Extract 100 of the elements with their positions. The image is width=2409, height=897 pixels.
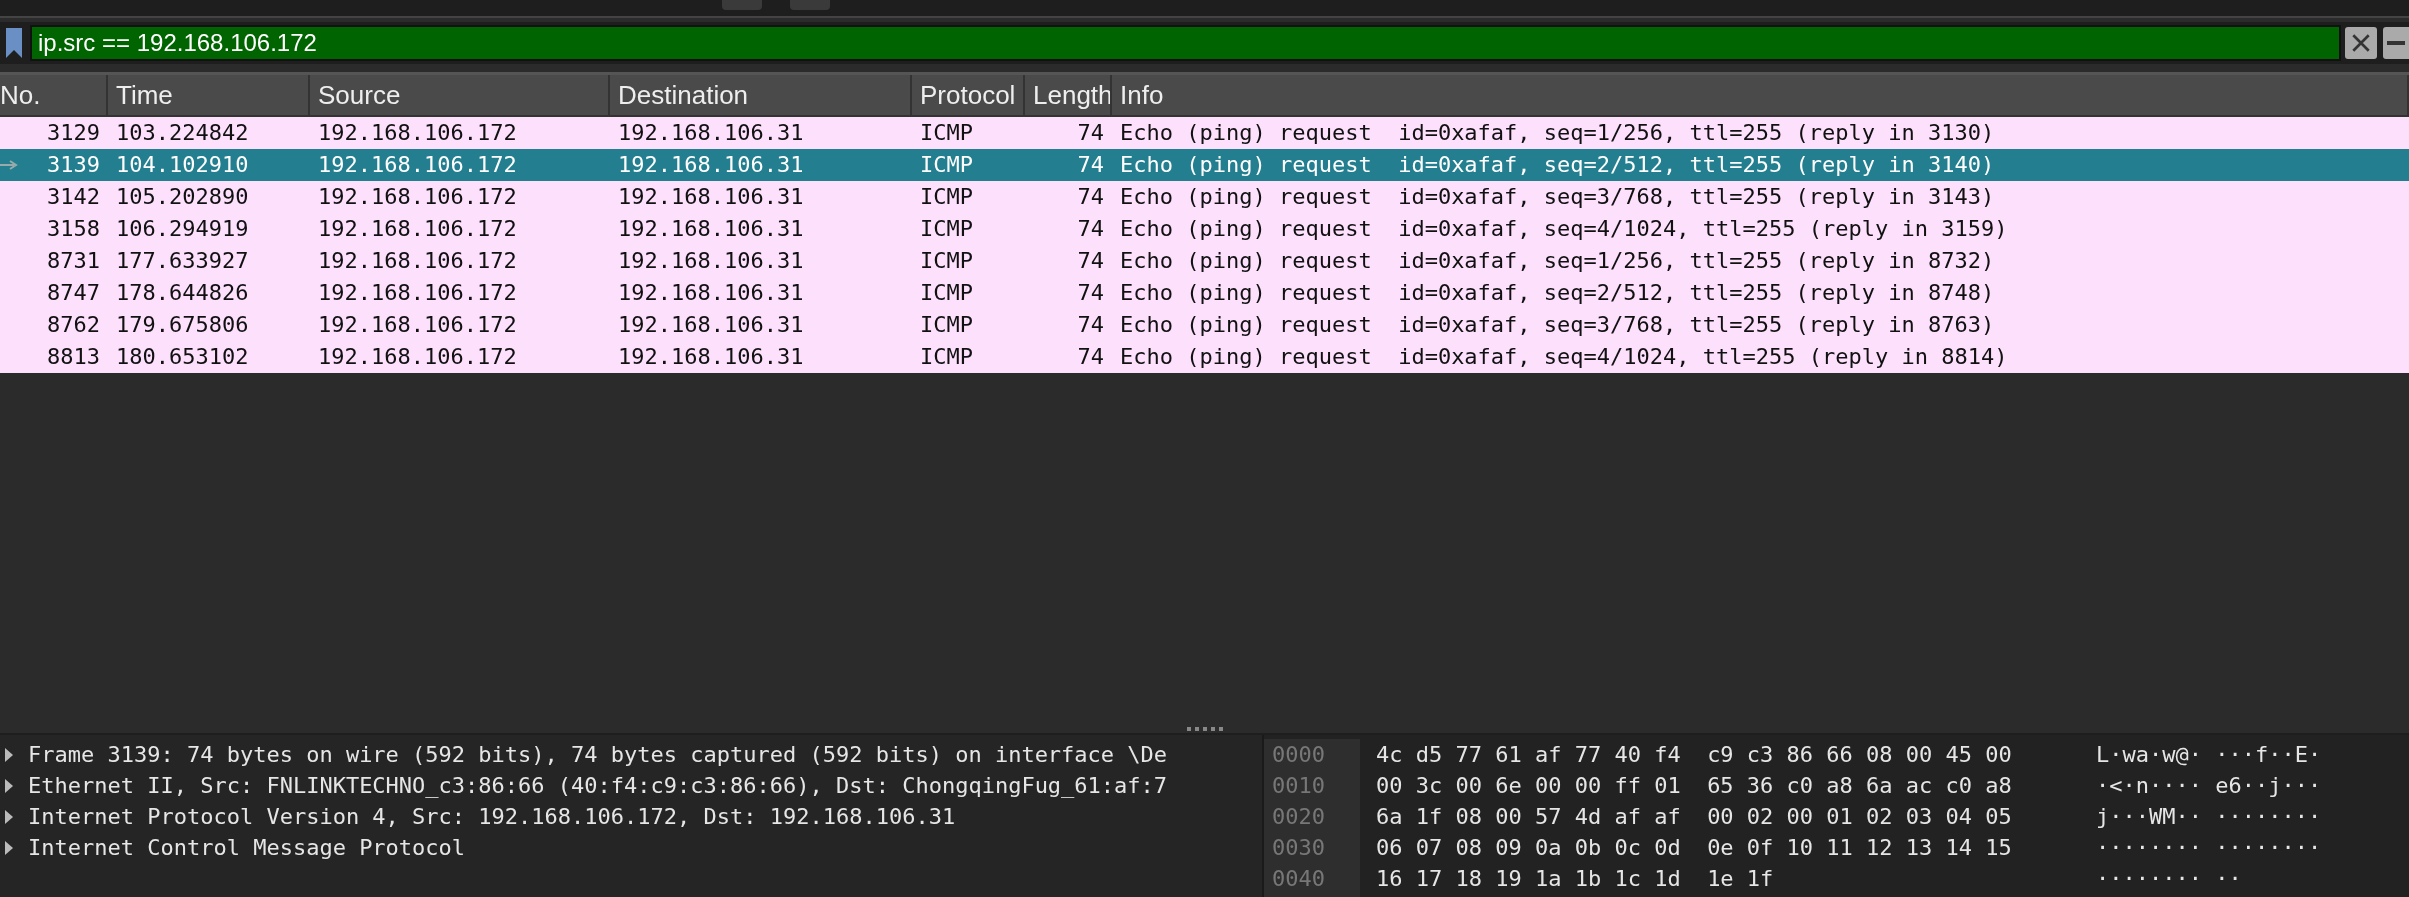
- table-cell-text: 180.653102: [116, 343, 249, 371]
- table-cell-text: 192.168.106.172: [318, 215, 517, 243]
- table-cell-text: 8762: [47, 311, 100, 339]
- table-cell-text: 192.168.106.31: [618, 151, 804, 179]
- arrow-icon: [0, 160, 20, 170]
- table-cell-text: 192.168.106.172: [318, 311, 517, 339]
- packet-row[interactable]: 8731 177.633927 192.168.106.172 192.168.106.31 ICMP 74 Echo (ping) request id=0xafaf, seq=1/256, ttl=255 (reply in 8732): [0, 245, 2409, 277]
- packet-row[interactable]: 3158 106.294919 192.168.106.172 192.168.106.31 ICMP 74 Echo (ping) request id=0xafaf, seq=4/1024, ttl=255 (reply in 3159): [0, 213, 2409, 245]
- table-cell-text: 192.168.106.172: [318, 119, 517, 147]
- packet-row[interactable]: 8762 179.675806 192.168.106.172 192.168.106.31 ICMP 74 Echo (ping) request id=0xafaf, seq=3/768, ttl=255 (reply in 8763): [0, 309, 2409, 341]
- tree-item[interactable]: Ethernet II, Src: FNLINKTECHNO_c3:86:66 (40:f4:c9:c3:86:66), Dst: ChongqingFug_61:af:7: [28, 773, 1168, 798]
- table-cell-text: 192.168.106.172: [318, 343, 517, 371]
- expand-icon[interactable]: [4, 809, 14, 824]
- ascii-text: j···WM·· ········: [2096, 803, 2322, 831]
- close-icon: [2350, 32, 2372, 54]
- tree-item[interactable]: Internet Control Message Protocol: [28, 835, 466, 860]
- hex-bytes: 16 17 18 19 1a 1b 1c 1d 1e 1f: [1376, 865, 1775, 893]
- table-cell-text: 74: [1077, 311, 1104, 339]
- table-cell-text: ICMP: [920, 183, 973, 211]
- table-cell-text: 3129: [47, 119, 100, 147]
- table-cell-text: 104.102910: [116, 151, 249, 179]
- ascii-text: ········ ········: [2096, 834, 2322, 862]
- packet-row[interactable]: 3139 104.102910 192.168.106.172 192.168.106.31 ICMP 74 Echo (ping) request id=0xafaf, seq=2/512, ttl=255 (reply in 3140): [0, 149, 2409, 181]
- table-cell-text: 177.633927: [116, 247, 249, 275]
- table-cell-text: ICMP: [920, 119, 973, 147]
- packet-row[interactable]: 3129 103.224842 192.168.106.172 192.168.106.31 ICMP 74 Echo (ping) request id=0xafaf, seq=1/256, ttl=255 (reply in 3130): [0, 117, 2409, 149]
- hex-bytes: 4c d5 77 61 af 77 40 f4 c9 c3 86 66 08 00 45 00: [1376, 741, 2013, 769]
- grip-icon[interactable]: [1186, 727, 1223, 731]
- packet-row[interactable]: 8747 178.644826 192.168.106.172 192.168.106.31 ICMP 74 Echo (ping) request id=0xafaf, seq=2/512, ttl=255 (reply in 8748): [0, 277, 2409, 309]
- table-cell-text: 192.168.106.172: [318, 279, 517, 307]
- table-cell-text: 192.168.106.31: [618, 183, 804, 211]
- table-cell-text: Echo (ping) request id=0xafaf, seq=1/256, ttl=255 (reply in 3130): [1120, 119, 1995, 147]
- column-header[interactable]: Destination: [610, 75, 912, 115]
- table-cell-text: ICMP: [920, 151, 973, 179]
- table-cell-text: 192.168.106.172: [318, 151, 517, 179]
- column-header[interactable]: No.: [0, 75, 108, 115]
- expand-icon[interactable]: [4, 747, 14, 762]
- table-cell-text: ICMP: [920, 343, 973, 371]
- offset-label: 0020: [1272, 803, 1326, 831]
- table-cell-text: 74: [1077, 279, 1104, 307]
- table-cell-text: 192.168.106.172: [318, 183, 517, 211]
- table-cell-text: Echo (ping) request id=0xafaf, seq=3/768, ttl=255 (reply in 3143): [1120, 183, 1995, 211]
- table-cell-text: 74: [1077, 215, 1104, 243]
- table-cell-text: Echo (ping) request id=0xafaf, seq=4/1024, ttl=255 (reply in 8814): [1120, 343, 2008, 371]
- table-cell-text: 192.168.106.31: [618, 343, 804, 371]
- offset-label: 0030: [1272, 834, 1326, 862]
- apply-button[interactable]: [2383, 27, 2409, 59]
- table-cell-text: Echo (ping) request id=0xafaf, seq=3/768, ttl=255 (reply in 8763): [1120, 311, 1995, 339]
- offset-label: 0000: [1272, 741, 1326, 769]
- table-cell-text: 105.202890: [116, 183, 249, 211]
- table-cell-text: 8731: [47, 247, 100, 275]
- table-cell-text: 192.168.106.172: [318, 247, 517, 275]
- table-cell-text: 179.675806: [116, 311, 249, 339]
- table-cell-text: Echo (ping) request id=0xafaf, seq=4/1024, ttl=255 (reply in 3159): [1120, 215, 2008, 243]
- expand-icon[interactable]: [4, 778, 14, 793]
- table-cell-text: 74: [1077, 183, 1104, 211]
- clear-button[interactable]: [2345, 27, 2377, 59]
- ascii-text: ·<·n···· e6··j···: [2096, 772, 2322, 800]
- bookmark-icon[interactable]: [4, 28, 24, 58]
- table-cell-text: ICMP: [920, 247, 973, 275]
- table-cell-text: 74: [1077, 343, 1104, 371]
- table-cell-text: 3139: [47, 151, 100, 179]
- column-header[interactable]: Length: [1025, 75, 1112, 115]
- table-cell-text: 3158: [47, 215, 100, 243]
- column-header[interactable]: Info: [1112, 75, 2409, 115]
- table-cell-text: Echo (ping) request id=0xafaf, seq=2/512, ttl=255 (reply in 3140): [1120, 151, 1995, 179]
- table-cell-text: 74: [1077, 151, 1104, 179]
- hex-bytes: 00 3c 00 6e 00 00 ff 01 65 36 c0 a8 6a ac c0 a8: [1376, 772, 2013, 800]
- tree-item[interactable]: Internet Protocol Version 4, Src: 192.168.106.172, Dst: 192.168.106.31: [28, 804, 956, 829]
- offset-label: 0040: [1272, 865, 1326, 893]
- table-cell-text: Echo (ping) request id=0xafaf, seq=2/512, ttl=255 (reply in 8748): [1120, 279, 1995, 307]
- table-cell-text: 178.644826: [116, 279, 249, 307]
- tree-item[interactable]: Frame 3139: 74 bytes on wire (592 bits), 74 bytes captured (592 bits) on interface \De: [28, 742, 1168, 767]
- hex-bytes: 06 07 08 09 0a 0b 0c 0d 0e 0f 10 11 12 13 14 15: [1376, 834, 2013, 862]
- table-cell-text: ICMP: [920, 279, 973, 307]
- table-cell-text: 192.168.106.31: [618, 311, 804, 339]
- expand-icon[interactable]: [4, 840, 14, 855]
- filter-field[interactable]: ip.src == 192.168.106.172: [30, 25, 2341, 61]
- packet-row[interactable]: 3142 105.202890 192.168.106.172 192.168.106.31 ICMP 74 Echo (ping) request id=0xafaf, seq=3/768, ttl=255 (reply in 3143): [0, 181, 2409, 213]
- column-header[interactable]: Time: [108, 75, 310, 115]
- table-cell-text: 106.294919: [116, 215, 249, 243]
- table-cell-text: 8747: [47, 279, 100, 307]
- table-cell-text: Echo (ping) request id=0xafaf, seq=1/256, ttl=255 (reply in 8732): [1120, 247, 1995, 275]
- table-cell-text: 192.168.106.31: [618, 247, 804, 275]
- column-header[interactable]: Protocol: [912, 75, 1025, 115]
- offset-label: 0010: [1272, 772, 1326, 800]
- table-cell-text: 8813: [47, 343, 100, 371]
- dash-icon: [2387, 41, 2405, 45]
- packet-row[interactable]: 8813 180.653102 192.168.106.172 192.168.106.31 ICMP 74 Echo (ping) request id=0xafaf, seq=4/1024, ttl=255 (reply in 8814): [0, 341, 2409, 373]
- table-cell-text: 103.224842: [116, 119, 249, 147]
- ascii-text: L·wa·w@· ···f··E·: [2096, 741, 2322, 769]
- table-cell-text: 192.168.106.31: [618, 279, 804, 307]
- table-cell-text: 192.168.106.31: [618, 215, 804, 243]
- table-cell-text: ICMP: [920, 215, 973, 243]
- hex-bytes: 6a 1f 08 00 57 4d af af 00 02 00 01 02 03 04 05: [1376, 803, 2013, 831]
- table-cell-text: 74: [1077, 119, 1104, 147]
- table-cell-text: 74: [1077, 247, 1104, 275]
- ascii-text: ········ ··: [2096, 865, 2243, 893]
- column-header[interactable]: Source: [310, 75, 610, 115]
- table-cell-text: ICMP: [920, 311, 973, 339]
